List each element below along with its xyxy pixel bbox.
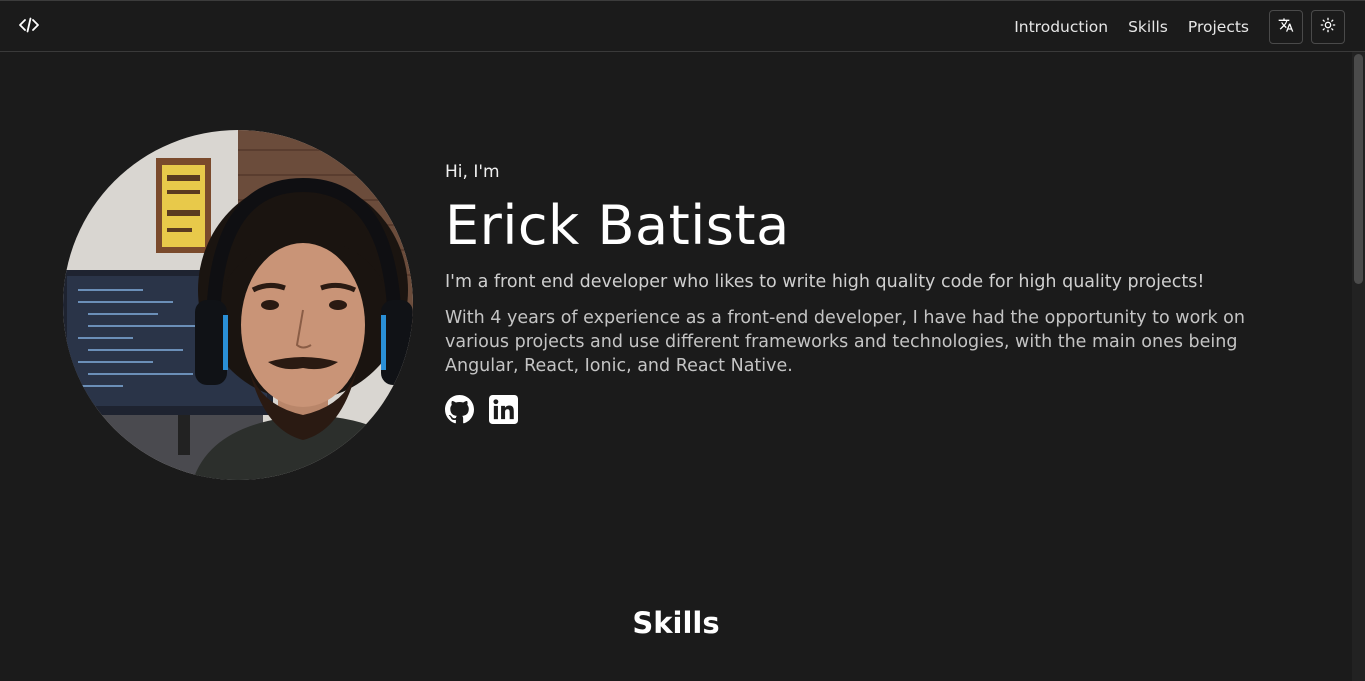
nav-link-skills[interactable]: Skills xyxy=(1128,18,1168,36)
skills-section-title: Skills xyxy=(632,606,720,640)
language-toggle-button[interactable] xyxy=(1269,10,1303,44)
hero-tagline: I'm a front end developer who likes to w… xyxy=(445,272,1205,292)
social-links xyxy=(445,395,1325,424)
nav-link-projects[interactable]: Projects xyxy=(1188,18,1249,36)
hero-name: Erick Batista xyxy=(445,194,790,257)
theme-toggle-button[interactable] xyxy=(1311,10,1345,44)
greeting-text: Hi, I'm xyxy=(445,162,500,182)
scrollbar-thumb[interactable] xyxy=(1354,54,1363,284)
code-brackets-icon[interactable] xyxy=(18,15,40,35)
main-nav: Introduction Skills Projects xyxy=(1014,1,1249,52)
profile-photo xyxy=(63,130,413,480)
hero-about: With 4 years of experience as a front-en… xyxy=(445,308,1245,376)
top-navbar: Introduction Skills Projects xyxy=(0,0,1365,52)
page-scrollbar[interactable] xyxy=(1352,52,1365,681)
github-icon[interactable] xyxy=(445,395,474,424)
portfolio-page: Introduction Skills Projects Hi, I'm Eri… xyxy=(0,0,1365,681)
introduction-section: Hi, I'm Erick Batista I'm a front end de… xyxy=(445,160,1325,424)
translate-icon xyxy=(1278,17,1294,37)
nav-link-introduction[interactable]: Introduction xyxy=(1014,18,1108,36)
linkedin-icon[interactable] xyxy=(489,395,518,424)
sun-icon xyxy=(1320,17,1336,37)
